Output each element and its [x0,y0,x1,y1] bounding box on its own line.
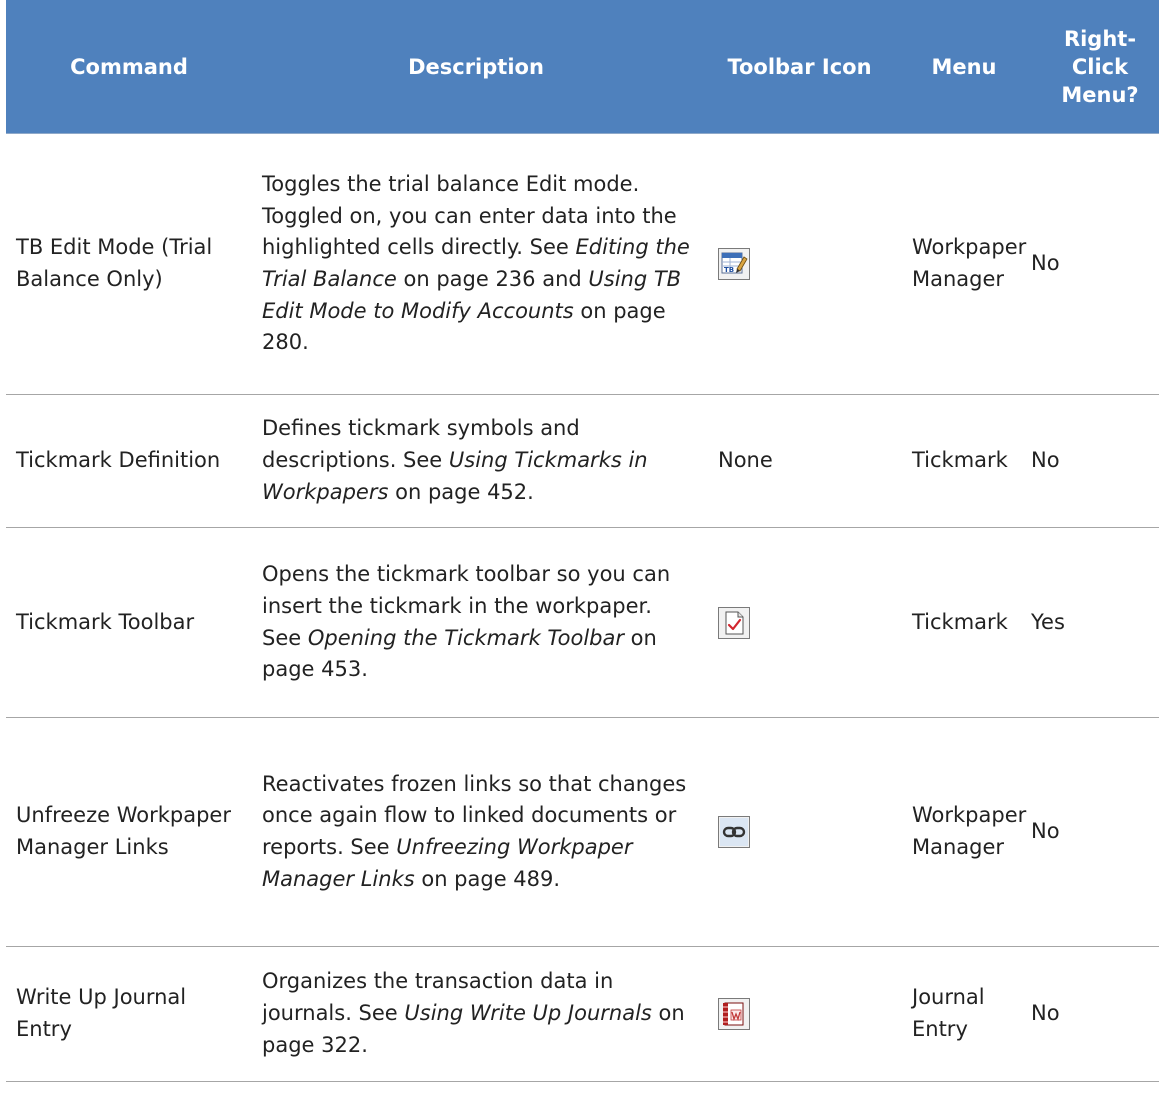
menu-cell: Tickmark [899,394,1029,528]
header-right-click: Right-Click Menu? [1029,0,1159,134]
description-cell: Defines tickmark symbols and description… [252,394,700,528]
menu-cell: Workpaper Manager [899,717,1029,947]
right-click-cell: No [1029,133,1159,395]
journal-entry-icon[interactable] [718,998,750,1030]
header-command: Command [6,0,252,134]
menu-cell: Journal Entry [899,946,1029,1082]
table-row: TB Edit Mode (Trial Balance Only) Toggle… [6,133,1159,395]
toolbar-icon-cell [700,717,899,947]
cross-reference-link[interactable]: Opening the Tickmark Toolbar [308,626,624,650]
table-row: Write Up Journal Entry Organizes the tra… [6,946,1159,1082]
header-row: Command Description Toolbar Icon Menu Ri… [6,0,1159,134]
command-table: Command Description Toolbar Icon Menu Ri… [6,0,1159,1082]
link-icon[interactable] [718,816,750,848]
toolbar-icon-cell [700,946,899,1082]
header-menu: Menu [899,0,1029,134]
description-cell: Reactivates frozen links so that changes… [252,717,700,947]
right-click-cell: No [1029,717,1159,947]
header-description: Description [252,0,700,134]
table-row: Unfreeze Workpaper Manager Links Reactiv… [6,717,1159,947]
toolbar-icon-cell: TB [700,133,899,395]
tb-edit-icon[interactable]: TB [718,248,750,280]
table-row: Tickmark Definition Defines tickmark sym… [6,394,1159,528]
description-cell: Organizes the transaction data in journa… [252,946,700,1082]
command-cell: Write Up Journal Entry [6,946,252,1082]
toolbar-icon-cell [700,527,899,718]
toolbar-icon-cell: None [700,394,899,528]
right-click-cell: No [1029,394,1159,528]
command-cell: Unfreeze Workpaper Manager Links [6,717,252,947]
command-cell: TB Edit Mode (Trial Balance Only) [6,133,252,395]
description-cell: Toggles the trial balance Edit mode. Tog… [252,133,700,395]
header-toolbar-icon: Toolbar Icon [700,0,899,134]
svg-text:TB: TB [724,266,734,274]
command-cell: Tickmark Definition [6,394,252,528]
tickmark-icon[interactable] [718,606,750,639]
description-cell: Opens the tickmark toolbar so you can in… [252,527,700,718]
command-cell: Tickmark Toolbar [6,527,252,718]
menu-cell: Workpaper Manager [899,133,1029,395]
right-click-cell: No [1029,946,1159,1082]
right-click-cell: Yes [1029,527,1159,718]
menu-cell: Tickmark [899,527,1029,718]
table-row: Tickmark Toolbar Opens the tickmark tool… [6,527,1159,718]
cross-reference-link[interactable]: Using Write Up Journals [404,1001,651,1025]
